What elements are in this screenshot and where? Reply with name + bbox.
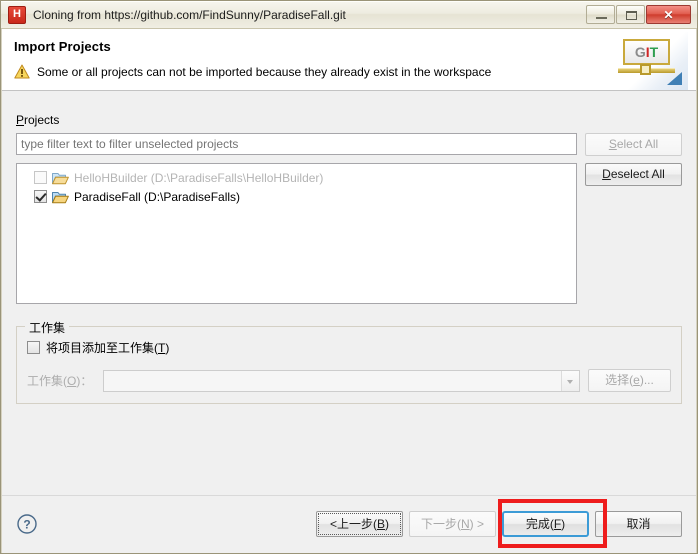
ws-label-main: 工作集( [27, 374, 67, 388]
working-sets-group: 工作集 将项目添加至工作集(T) 工作集(O)： 选择(e)... [16, 319, 682, 404]
working-set-label: 工作集(O)： [27, 372, 95, 389]
next-label-end: ) > [469, 517, 484, 531]
projects-label-rest: rojects [24, 113, 60, 127]
git-banner-image: GIT [610, 32, 688, 90]
projects-label-mnemonic: P [16, 113, 25, 127]
projects-list[interactable]: HelloHBuilder (D:\ParadiseFalls\HelloHBu… [16, 163, 577, 304]
git-logo-g: G [634, 44, 646, 60]
ws-label-end: )： [76, 374, 93, 388]
title-bar: H Cloning from https://github.com/FindSu… [1, 1, 697, 29]
next-mnemonic: N [460, 517, 470, 531]
minimize-button[interactable] [586, 5, 615, 24]
project-label: HelloHBuilder (D:\ParadiseFalls\HelloHBu… [74, 170, 324, 185]
page-title: Import Projects [14, 39, 111, 54]
project-checkbox[interactable] [34, 190, 47, 203]
folder-icon [52, 190, 69, 204]
ws-label-mnemonic: O [67, 374, 77, 388]
git-logo-triangle [667, 72, 682, 85]
header-message: Some or all projects can not be imported… [37, 64, 492, 79]
wizard-buttons: <上一步(B) 下一步(N) > 完成(F) 取消 [316, 499, 682, 548]
select-all-mnemonic: S [608, 137, 617, 151]
project-checkbox[interactable] [34, 171, 47, 184]
back-mnemonic: B [377, 517, 386, 531]
dialog-footer: ? <上一步(B) 下一步(N) > 完成(F) 取消 [2, 495, 696, 552]
project-label: ParadiseFall (D:\ParadiseFalls) [74, 189, 241, 204]
filter-row: Select All [16, 133, 682, 156]
git-logo: GIT [623, 39, 670, 65]
close-icon: ✕ [663, 8, 674, 22]
hbuilder-icon: H [8, 5, 26, 24]
projects-row: HelloHBuilder (D:\ParadiseFalls\HelloHBu… [16, 163, 682, 304]
cancel-button[interactable]: 取消 [595, 511, 682, 537]
dialog-window: H Cloning from https://github.com/FindSu… [0, 0, 698, 554]
working-set-select-row: 工作集(O)： 选择(e)... [27, 369, 671, 392]
question-mark-icon[interactable]: ? [16, 513, 38, 535]
list-item[interactable]: ParadiseFall (D:\ParadiseFalls) [17, 187, 576, 206]
svg-text:?: ? [23, 518, 30, 532]
working-set-combo[interactable] [103, 369, 580, 392]
main-content: Projects Select All Hell [2, 91, 696, 495]
dialog-body: Import Projects Some or all projects can… [1, 29, 697, 553]
finish-button[interactable]: 完成(F) [502, 511, 589, 537]
select-all-button[interactable]: Select All [585, 133, 682, 156]
select-btn-main: 选择( [605, 373, 634, 387]
add-to-working-set-row[interactable]: 将项目添加至工作集(T) [27, 339, 671, 356]
deselect-all-mnemonic: D [602, 167, 611, 181]
deselect-all-button[interactable]: Deselect All [585, 163, 682, 186]
deselect-all-label: eselect All [610, 167, 665, 181]
window-controls: ✕ [586, 5, 691, 24]
list-item[interactable]: HelloHBuilder (D:\ParadiseFalls\HelloHBu… [17, 168, 576, 187]
list-side-buttons: Deselect All [585, 163, 682, 186]
next-label-main: 下一步( [420, 517, 461, 531]
minimize-icon [596, 17, 607, 19]
back-prefix: < [329, 517, 337, 531]
finish-label-end: ) [561, 517, 566, 531]
working-set-select-button[interactable]: 选择(e)... [588, 369, 671, 392]
finish-label-main: 完成( [525, 517, 554, 531]
projects-label: Projects [16, 91, 682, 133]
filter-input[interactable] [16, 133, 577, 155]
maximize-button[interactable] [616, 5, 645, 24]
git-logo-knob [640, 64, 651, 75]
select-all-label: elect All [616, 137, 659, 151]
warning-triangle-icon [14, 64, 30, 79]
header-message-row: Some or all projects can not be imported… [14, 64, 696, 79]
close-button[interactable]: ✕ [646, 5, 691, 24]
back-label-end: ) [385, 517, 390, 531]
back-label-main: 上一步( [337, 517, 377, 531]
add-ws-label-end: ) [165, 341, 170, 355]
back-button[interactable]: <上一步(B) [316, 511, 403, 537]
add-to-working-set-checkbox[interactable] [27, 341, 40, 354]
folder-icon [52, 171, 69, 185]
select-btn-end: )... [639, 373, 654, 387]
add-ws-label-main: 将项目添加至工作集( [46, 341, 158, 355]
add-to-working-set-label: 将项目添加至工作集(T) [46, 339, 169, 356]
restore-icon [626, 11, 637, 20]
select-btn-mnemonic: e [633, 373, 640, 387]
chevron-down-icon[interactable] [561, 370, 579, 391]
window-title: Cloning from https://github.com/FindSunn… [33, 7, 346, 22]
next-button[interactable]: 下一步(N) > [409, 511, 496, 537]
working-sets-group-title: 工作集 [25, 319, 70, 336]
git-logo-t: T [649, 44, 659, 60]
wizard-header: Import Projects Some or all projects can… [2, 29, 696, 91]
